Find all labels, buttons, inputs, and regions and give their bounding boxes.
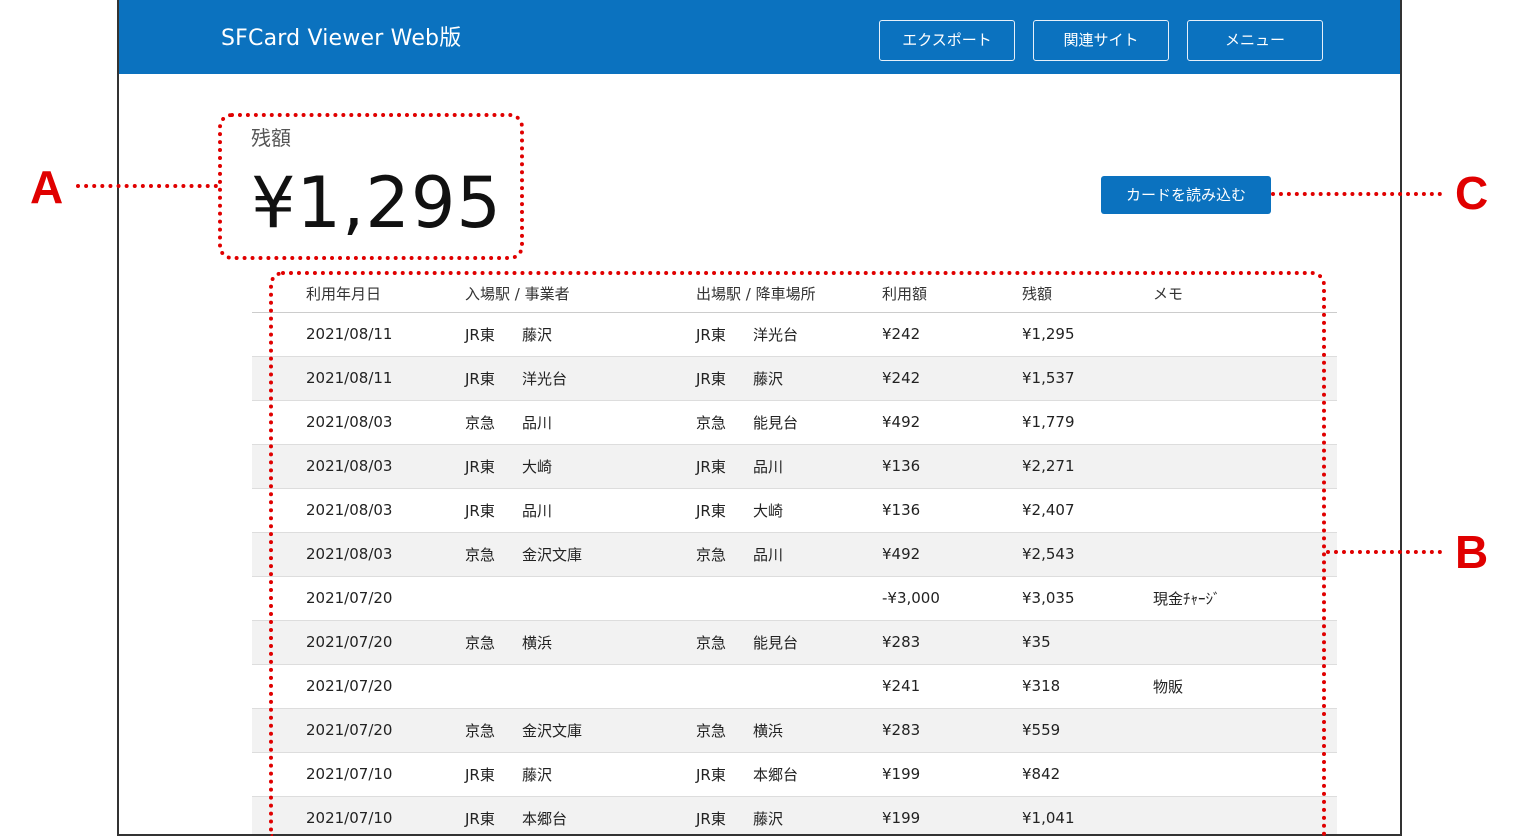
annotation-label-b: B	[1455, 526, 1489, 578]
related-sites-button[interactable]: 関連サイト	[1033, 20, 1169, 61]
read-card-button[interactable]: カードを読み込む	[1101, 176, 1271, 214]
callout-box-b	[269, 271, 1326, 836]
menu-button[interactable]: メニュー	[1187, 20, 1323, 61]
annotation-label-a: A	[30, 161, 64, 213]
leader-line-b	[1326, 550, 1442, 554]
annotation-label-c: C	[1455, 167, 1489, 219]
callout-box-a	[218, 113, 524, 260]
leader-line-a	[76, 184, 218, 188]
app-title: SFCard Viewer Web版	[221, 26, 462, 51]
leader-line-c	[1271, 192, 1442, 196]
app-header: SFCard Viewer Web版 エクスポート 関連サイト メニュー	[119, 0, 1400, 74]
export-button[interactable]: エクスポート	[879, 20, 1015, 61]
